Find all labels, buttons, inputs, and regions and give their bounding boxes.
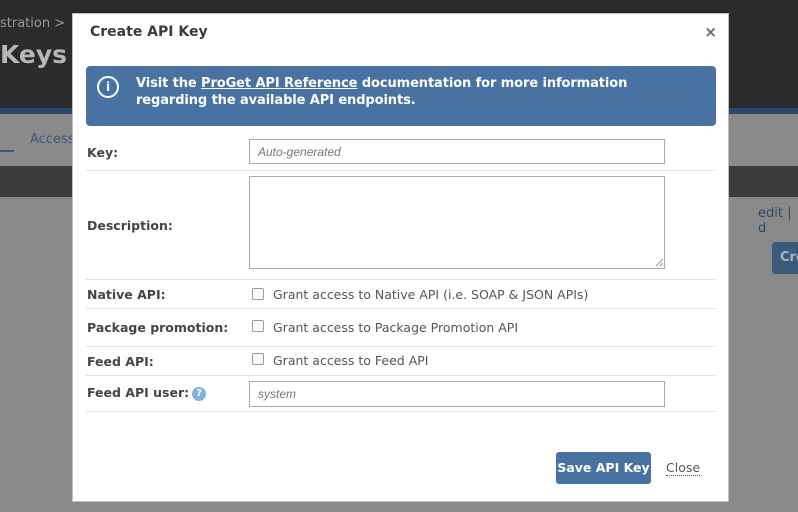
info-text-before: Visit the (136, 76, 202, 91)
package-promotion-label: Package promotion: (87, 320, 229, 335)
feed-api-row: Feed API: Grant access to Feed API (86, 347, 716, 376)
create-button[interactable]: Cre (772, 242, 798, 274)
native-api-checkbox-label[interactable]: Grant access to Native API (i.e. SOAP & … (273, 287, 588, 302)
api-reference-link[interactable]: ProGet API Reference (201, 76, 357, 91)
native-api-row: Native API: Grant access to Native API (… (86, 280, 716, 309)
feed-api-checkbox[interactable] (252, 353, 264, 365)
create-api-key-dialog: Create API Key × i Visit the ProGet API … (72, 13, 729, 502)
package-promotion-checkbox[interactable] (252, 320, 264, 332)
info-text: Visit the ProGet API Reference documenta… (136, 75, 696, 109)
feed-api-label: Feed API: (87, 354, 154, 369)
resize-grip[interactable] (656, 259, 663, 266)
info-banner: i Visit the ProGet API Reference documen… (86, 66, 716, 126)
edit-link[interactable]: edit | d (758, 206, 798, 236)
key-input[interactable] (249, 139, 665, 164)
key-row: Key: (86, 132, 716, 171)
dialog-title: Create API Key (90, 24, 208, 40)
native-api-checkbox[interactable] (252, 288, 264, 300)
feed-api-user-label-text: Feed API user: (87, 385, 190, 400)
description-textarea[interactable] (249, 176, 665, 269)
description-row: Description: (86, 171, 716, 280)
feed-api-user-input[interactable] (249, 381, 665, 407)
tab-underline (0, 150, 14, 152)
key-label: Key: (87, 145, 119, 160)
save-api-key-button[interactable]: Save API Key (556, 452, 651, 484)
package-promotion-checkbox-label[interactable]: Grant access to Package Promotion API (273, 320, 518, 335)
feed-api-user-label: Feed API user:? (87, 385, 207, 401)
page-title: Keys (0, 40, 68, 69)
info-icon: i (97, 76, 119, 98)
tab-access[interactable]: Access (30, 132, 75, 147)
feed-api-checkbox-label[interactable]: Grant access to Feed API (273, 353, 428, 368)
help-icon[interactable]: ? (192, 386, 207, 401)
breadcrumb[interactable]: stration > (0, 16, 65, 31)
feed-api-user-row: Feed API user:? (86, 376, 716, 412)
native-api-label: Native API: (87, 287, 166, 302)
description-label: Description: (87, 218, 173, 233)
close-button[interactable]: Close (666, 460, 701, 476)
close-icon[interactable]: × (704, 23, 717, 41)
package-promotion-row: Package promotion: Grant access to Packa… (86, 309, 716, 347)
